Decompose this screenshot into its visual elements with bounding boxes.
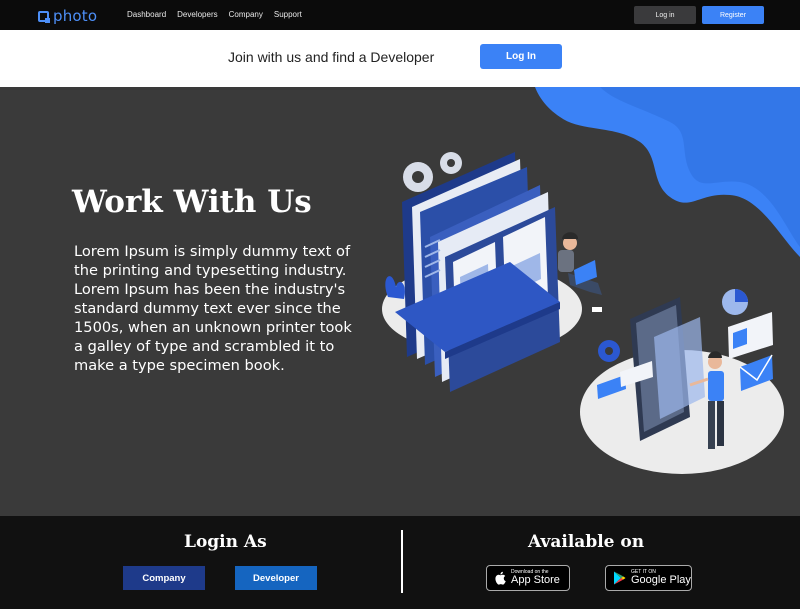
footer-divider: [401, 530, 403, 593]
register-button[interactable]: Register: [702, 6, 764, 24]
nav-link-support[interactable]: Support: [274, 10, 302, 19]
join-login-button[interactable]: Log In: [480, 44, 562, 69]
hero-section: Work With Us Lorem Ipsum is simply dummy…: [0, 87, 800, 516]
available-on-heading: Available on: [528, 532, 645, 552]
logo[interactable]: photo: [38, 7, 97, 25]
google-play-label: Google Play: [631, 574, 691, 586]
apple-icon: [495, 571, 506, 585]
google-play-badge[interactable]: GET IT ON Google Play: [605, 565, 692, 591]
developer-login-button[interactable]: Developer: [235, 566, 317, 590]
logo-text: photo: [53, 7, 98, 25]
join-text: Join with us and find a Developer: [228, 49, 435, 65]
login-as-heading: Login As: [184, 532, 267, 552]
logo-icon: [38, 10, 50, 23]
app-store-label: App Store: [511, 574, 560, 586]
company-login-button[interactable]: Company: [123, 566, 205, 590]
nav-links: Dashboard Developers Company Support: [127, 10, 302, 19]
login-button[interactable]: Log in: [634, 6, 696, 24]
app-store-badge[interactable]: Download on the App Store: [486, 565, 570, 591]
google-play-icon: [614, 571, 626, 585]
hero-description: Lorem Ipsum is simply dummy text of the …: [74, 243, 352, 374]
join-banner: Join with us and find a Developer Log In: [0, 30, 800, 87]
hero-title: Work With Us: [72, 184, 312, 220]
top-navbar: photo Dashboard Developers Company Suppo…: [0, 0, 800, 30]
nav-link-developers[interactable]: Developers: [177, 10, 217, 19]
footer: Login As Company Developer Available on …: [0, 516, 800, 609]
nav-link-company[interactable]: Company: [229, 10, 263, 19]
nav-link-dashboard[interactable]: Dashboard: [127, 10, 166, 19]
